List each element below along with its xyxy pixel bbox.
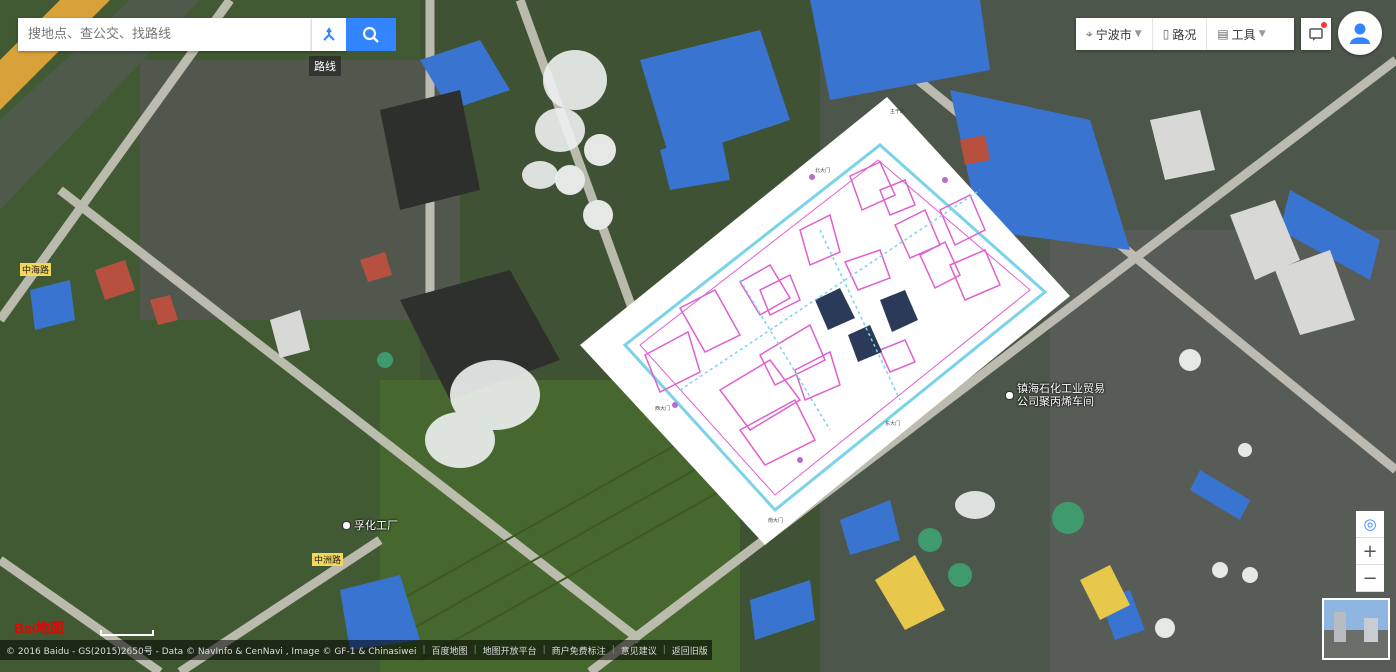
street-view-image — [1324, 600, 1388, 658]
user-icon — [1350, 23, 1370, 44]
footer-link[interactable]: 返回旧版 — [672, 644, 708, 657]
zoom-out-button[interactable]: − — [1356, 565, 1384, 592]
satellite-map[interactable]: 北大门 西大门 东大门 南大门 主干路 — [0, 0, 1396, 672]
city-label: 宁波市 — [1095, 27, 1132, 42]
poi-chemical-plant[interactable]: 孚化工厂 — [342, 517, 398, 533]
traffic-button[interactable]: ▯ 路况 — [1153, 18, 1208, 50]
plan-gate-south: 南大门 — [768, 517, 783, 524]
message-button[interactable] — [1301, 18, 1331, 50]
plan-gate-east: 东大门 — [885, 420, 900, 427]
road-label-1: 中海路 — [20, 263, 52, 276]
route-button[interactable] — [312, 18, 346, 51]
notification-dot — [1321, 22, 1327, 28]
scale-bar — [100, 630, 154, 636]
traffic-icon: ▯ — [1162, 27, 1170, 41]
zoom-in-button[interactable]: + — [1356, 538, 1384, 565]
footer-link[interactable]: 意见建议 — [621, 644, 657, 657]
search-icon — [362, 26, 379, 43]
poi-marker-icon — [342, 520, 351, 530]
traffic-label: 路况 — [1172, 27, 1197, 42]
search-box — [18, 18, 318, 51]
minus-icon: − — [1362, 567, 1378, 589]
poi-label: 孚化工厂 — [354, 519, 398, 532]
toolbox-icon: ▤ — [1217, 27, 1229, 41]
route-tooltip: 路线 — [309, 56, 341, 76]
map-footer: © 2016 Baidu - GS(2015)2650号 - Data © Na… — [0, 640, 712, 660]
footer-link[interactable]: 商户免费标注 — [552, 644, 606, 657]
street-view-thumbnail[interactable] — [1322, 598, 1390, 660]
poi-label: 镇海石化工业贸易公司聚丙烯车间 — [1017, 382, 1105, 408]
road-label-2: 中洲路 — [312, 553, 344, 566]
location-icon: ⌖ — [1086, 26, 1093, 41]
route-icon — [323, 26, 335, 41]
chevron-down-icon: ▼ — [1258, 29, 1266, 39]
plus-icon: + — [1362, 540, 1378, 562]
footer-link[interactable]: 百度地图 — [432, 644, 468, 657]
tools-label: 工具 — [1231, 27, 1256, 42]
plan-corner-label: 主干路 — [890, 108, 905, 115]
poi-marker-icon — [1005, 390, 1014, 400]
city-selector[interactable]: ⌖ 宁波市 ▼ — [1076, 18, 1153, 50]
locate-button[interactable]: ◎ — [1356, 511, 1384, 538]
plan-gate-west: 西大门 — [655, 405, 670, 412]
zoom-controls: ◎ + − — [1356, 511, 1384, 592]
tools-button[interactable]: ▤ 工具 ▼ — [1207, 18, 1275, 50]
locate-icon: ◎ — [1363, 515, 1377, 533]
copyright-text: © 2016 Baidu - GS(2015)2650号 - Data © Na… — [6, 646, 417, 657]
search-input[interactable] — [18, 18, 318, 51]
user-avatar[interactable] — [1338, 11, 1382, 55]
plan-gate-north: 北大门 — [815, 167, 830, 174]
footer-link[interactable]: 地图开放平台 — [483, 644, 537, 657]
baidu-logo: Bai地图 — [14, 620, 64, 636]
search-button[interactable] — [346, 18, 396, 51]
chevron-down-icon: ▼ — [1134, 29, 1142, 39]
poi-polypropylene-workshop[interactable]: 镇海石化工业贸易公司聚丙烯车间 — [1005, 382, 1115, 408]
map-toolbar: ⌖ 宁波市 ▼ ▯ 路况 ▤ 工具 ▼ — [1076, 18, 1294, 50]
message-icon — [1309, 28, 1323, 41]
